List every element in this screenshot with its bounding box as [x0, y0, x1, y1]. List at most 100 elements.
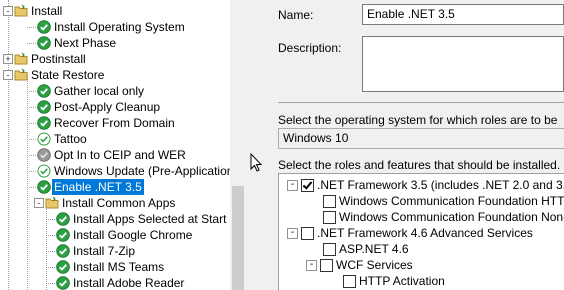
role-label: WCF Services: [336, 258, 413, 272]
tree-item[interactable]: - Install Common Apps: [0, 195, 230, 211]
collapse-icon[interactable]: -: [306, 260, 317, 271]
tree-item-label: Install MS Teams: [73, 260, 165, 274]
green-check-icon: [37, 116, 51, 130]
role-item[interactable]: HTTP Activation: [279, 273, 564, 289]
tree-item-label: Enable .NET 3.5: [52, 179, 144, 195]
description-label: Description:: [278, 41, 342, 55]
collapse-icon[interactable]: -: [34, 198, 44, 208]
tree-item[interactable]: Install Operating System: [0, 19, 230, 35]
tree-item[interactable]: - Install: [0, 3, 230, 19]
role-item[interactable]: - WCF Services: [279, 257, 564, 273]
tree-connector: [27, 91, 36, 93]
tree-item[interactable]: Install Google Chrome: [0, 227, 230, 243]
folder-icon: [14, 52, 28, 66]
role-checkbox[interactable]: [323, 195, 336, 208]
tree-connector: [27, 27, 36, 29]
tree-item-label: Install: [31, 4, 63, 18]
roles-features-list[interactable]: - .NET Framework 3.5 (includes .NET 2.0 a…: [278, 173, 564, 290]
splitter[interactable]: [246, 0, 272, 290]
tree-item[interactable]: Tattoo: [0, 131, 230, 147]
tree-item[interactable]: Opt In to CEIP and WER: [0, 147, 230, 163]
section-divider: [278, 102, 564, 103]
os-value: Windows 10: [283, 131, 349, 145]
collapse-icon[interactable]: -: [3, 70, 13, 80]
role-label: Windows Communication Foundation Non-HTT…: [339, 210, 564, 224]
collapse-icon[interactable]: -: [287, 180, 298, 191]
role-checkbox[interactable]: [343, 275, 356, 288]
tree-item[interactable]: - State Restore: [0, 67, 230, 83]
green-check-icon: [56, 260, 70, 274]
role-checkbox[interactable]: [301, 227, 314, 240]
tree-item-label: Install Operating System: [54, 20, 185, 34]
tree-item[interactable]: Post-Apply Cleanup: [0, 99, 230, 115]
tree-item[interactable]: Recover From Domain: [0, 115, 230, 131]
tree-item-label: Install 7-Zip: [73, 244, 136, 258]
tree-connector: [27, 43, 36, 45]
tree-item-label: Post-Apply Cleanup: [54, 100, 161, 114]
tree-connector: [46, 283, 55, 285]
tree-item[interactable]: Install MS Teams: [0, 259, 230, 275]
tree-connector: [27, 139, 36, 141]
expand-icon[interactable]: +: [3, 54, 13, 64]
tree-item-label: Tattoo: [54, 132, 87, 146]
tree-connector: [27, 155, 36, 157]
tree-connector: [46, 251, 55, 253]
green-check-icon: [37, 36, 51, 50]
tree-item-label: Windows Update (Pre-Application Inst: [54, 164, 246, 178]
tree-item-label: State Restore: [31, 68, 105, 82]
tree-scrollbar-thumb[interactable]: [232, 186, 244, 290]
tree-item-label: Install Adobe Reader: [73, 276, 185, 290]
folder-icon: [14, 4, 28, 18]
os-dropdown[interactable]: Windows 10: [278, 128, 564, 149]
tree-item-label: Postinstall: [31, 52, 86, 66]
role-item[interactable]: Windows Communication Foundation Non-HTT…: [279, 209, 564, 225]
green-check-icon: [56, 228, 70, 242]
tree-connector: [46, 219, 55, 221]
task-sequence-tree[interactable]: - Install Install Operating System Next Pha…: [0, 0, 246, 290]
tree-item-label: Install Apps Selected at Start of Im: [73, 212, 246, 226]
green-check-icon: [37, 84, 51, 98]
role-label: HTTP Activation: [359, 274, 445, 288]
tree-item-label: Install Google Chrome: [73, 228, 193, 242]
tree-connector: [46, 235, 55, 237]
tree-item-label: Next Phase: [54, 36, 117, 50]
tree-item[interactable]: Gather local only: [0, 83, 230, 99]
folder-icon: [14, 68, 28, 82]
tree-item-label: Gather local only: [54, 84, 145, 98]
gray-disabled-icon: [37, 148, 51, 162]
name-value: Enable .NET 3.5: [367, 7, 455, 21]
collapse-icon[interactable]: -: [287, 228, 298, 239]
green-check-icon: [37, 20, 51, 34]
collapse-icon[interactable]: -: [3, 6, 13, 16]
role-checkbox[interactable]: [320, 259, 333, 272]
tree-item[interactable]: + Postinstall: [0, 51, 230, 67]
mouse-cursor-icon: [250, 153, 262, 172]
role-item[interactable]: - .NET Framework 4.6 Advanced Services: [279, 225, 564, 241]
tree-item[interactable]: Install Adobe Reader: [0, 275, 230, 290]
role-checkbox[interactable]: [323, 211, 336, 224]
tree-item[interactable]: Windows Update (Pre-Application Inst: [0, 163, 246, 179]
green-check-icon: [37, 180, 51, 194]
description-input[interactable]: [362, 36, 564, 92]
name-input[interactable]: Enable .NET 3.5: [362, 4, 564, 25]
properties-panel: Name: Enable .NET 3.5 Description: Selec…: [272, 0, 564, 290]
role-item[interactable]: Windows Communication Foundation HTTP Ac…: [279, 193, 564, 209]
name-label: Name:: [278, 8, 314, 22]
role-item[interactable]: ASP.NET 4.6: [279, 241, 564, 257]
green-check-icon: [37, 100, 51, 114]
role-label: Windows Communication Foundation HTTP Ac…: [339, 194, 564, 208]
green-check-icon: [56, 212, 70, 226]
tree-item[interactable]: Install 7-Zip: [0, 243, 230, 259]
roles-prompt: Select the roles and features that shoul…: [278, 158, 561, 172]
green-check-icon: [56, 244, 70, 258]
tree-item[interactable]: Install Apps Selected at Start of Im: [0, 211, 246, 227]
tree-item[interactable]: Enable .NET 3.5: [0, 179, 230, 195]
role-checkbox[interactable]: [323, 243, 336, 256]
role-checkbox[interactable]: [301, 179, 314, 192]
tree-connector: [27, 107, 36, 109]
role-item[interactable]: - .NET Framework 3.5 (includes .NET 2.0 a…: [279, 177, 564, 193]
folder-icon: [45, 196, 59, 210]
role-label: .NET Framework 3.5 (includes .NET 2.0 an…: [317, 178, 564, 192]
tree-item[interactable]: Next Phase: [0, 35, 230, 51]
green-check-outline-icon: [37, 164, 51, 178]
